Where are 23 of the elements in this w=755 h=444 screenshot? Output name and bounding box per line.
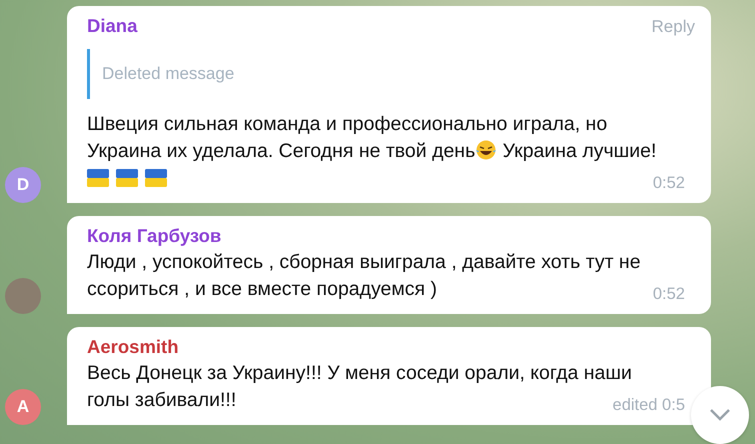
flag-icon [145,169,167,187]
laughing-face-icon [475,139,498,161]
message-text: Люди , успокойтесь , сборная выиграла , давайте хоть тут не [87,251,641,273]
scroll-down-button[interactable] [691,386,749,444]
sender-name[interactable]: Aerosmith [87,336,178,358]
message-text: Украина их уделала. Сегодня не твой день [87,140,476,162]
message-time: 0:52 [652,285,685,304]
reply-label: Reply [652,17,695,37]
chevron-down-icon [709,408,731,422]
flag-icon [87,169,109,187]
avatar-photo[interactable] [5,278,41,314]
avatar[interactable]: A [5,389,41,425]
message-text: ссориться , и все вместе порадуемся ) [87,278,438,300]
sender-name[interactable]: Diana [87,15,138,37]
sender-name[interactable]: Коля Гарбузов [87,225,222,247]
message-text: Весь Донецк за Украину!!! У меня соседи орали, когда наши [87,362,632,384]
flag-icon [116,169,138,187]
message-time: 0:52 [652,174,685,193]
message-text: голы забивали!!! [87,389,236,411]
avatar[interactable]: D [5,167,41,203]
message-time: edited 0:5 [612,396,685,415]
message-text: Украина лучшие! [502,140,656,162]
message-text: Швеция сильная команда и профессионально играла, но [87,113,608,135]
